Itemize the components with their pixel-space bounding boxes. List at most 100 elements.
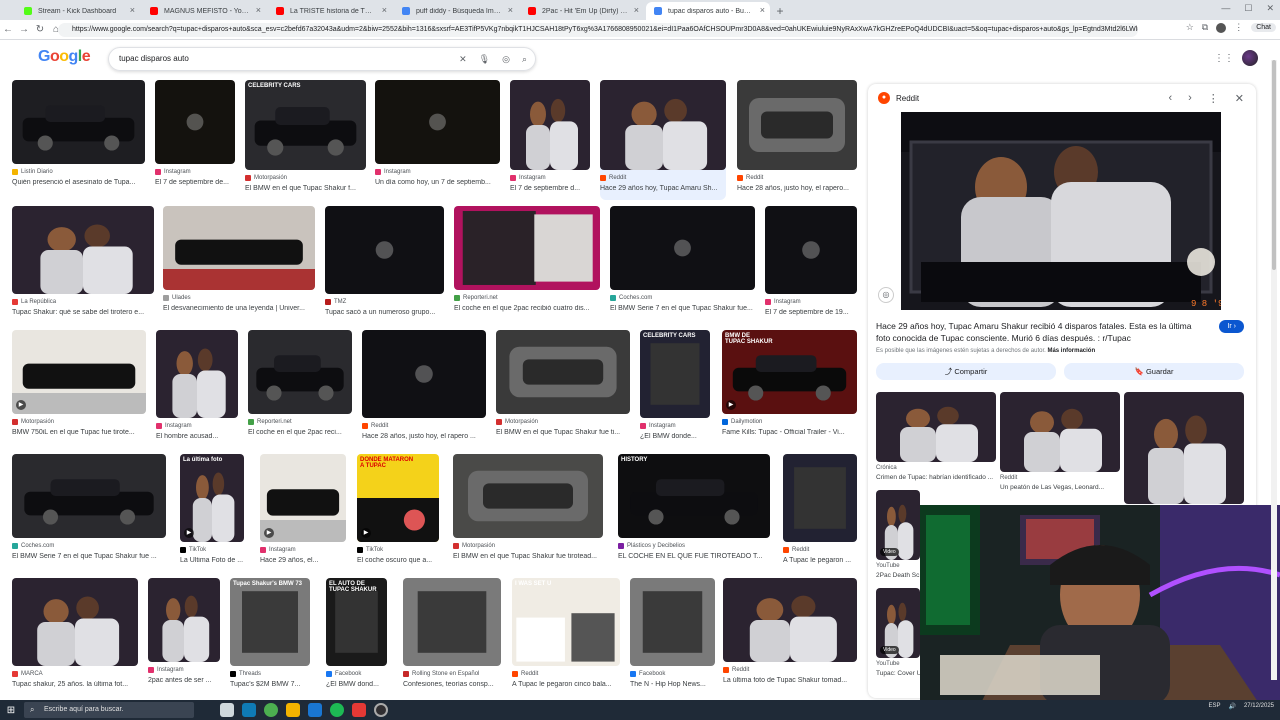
image-result[interactable]: I WAS SET U Reddit A Tupac le pegaron cinc… <box>512 578 620 696</box>
result-title[interactable]: El BMW en el que Tupac Shakur fue ti... <box>496 429 630 436</box>
result-source[interactable]: Instagram <box>260 547 296 553</box>
result-image[interactable] <box>610 206 755 290</box>
related-image[interactable]: Video <box>876 588 920 658</box>
image-result[interactable]: Tupac Shakur's BMW 73 Threads Tupac's $2M … <box>230 578 310 696</box>
result-source[interactable]: Instagram <box>155 169 191 175</box>
result-source[interactable]: Facebook <box>326 671 361 677</box>
result-source[interactable]: Reporteri.net <box>248 419 292 425</box>
new-tab-button[interactable]: + <box>772 2 788 20</box>
result-source[interactable]: Plásticos y Decibelios <box>618 543 685 549</box>
clock[interactable]: 27/12/2025 <box>1244 702 1274 710</box>
edge-icon[interactable] <box>242 703 256 717</box>
google-logo[interactable]: Google <box>38 48 91 66</box>
result-image[interactable]: I WAS SET U <box>512 578 620 666</box>
result-image[interactable] <box>155 80 235 164</box>
browser-tab[interactable]: puff diddy - Búsqueda Imágenes × <box>394 2 518 20</box>
result-image[interactable] <box>737 80 857 170</box>
previous-icon[interactable]: ‹ <box>1168 92 1172 105</box>
result-source[interactable]: Instagram <box>148 667 184 673</box>
result-source[interactable]: Threads <box>230 671 261 677</box>
result-image[interactable]: CELEBRITY CARS <box>640 330 710 418</box>
result-image[interactable] <box>12 578 138 666</box>
lens-icon[interactable]: ◎ <box>502 48 510 70</box>
image-result[interactable]: Reddit Hace 28 años, justo hoy, el rapero… <box>737 80 857 200</box>
result-source[interactable]: Instagram <box>640 423 676 429</box>
result-image[interactable]: DONDE MATARON A TUPAC ▶ <box>357 454 439 542</box>
image-result[interactable]: Rolling Stone en Español Confesiones, teo… <box>403 578 501 696</box>
result-source[interactable]: Reddit <box>362 423 388 429</box>
result-title[interactable]: El desvanecimiento de una leyenda | Univ… <box>163 305 315 312</box>
account-avatar[interactable] <box>1242 50 1258 66</box>
result-source[interactable]: Reddit <box>512 671 538 677</box>
result-image[interactable] <box>163 206 315 290</box>
result-image[interactable] <box>510 80 590 170</box>
result-title[interactable]: Tupac sacó a un numeroso grupo... <box>325 309 444 316</box>
result-image[interactable] <box>723 578 857 662</box>
result-title[interactable]: El coche en el que 2pac recibió cuatro d… <box>454 305 600 312</box>
result-image[interactable] <box>375 80 500 164</box>
result-title[interactable]: ¿El BMW dond... <box>326 681 387 688</box>
result-source[interactable]: TikTok <box>180 547 206 553</box>
microphone-icon[interactable]: 🎙 <box>479 48 490 70</box>
image-result[interactable]: Reddit Hace 29 años hoy, Tupac Amaru Sh..… <box>600 80 726 200</box>
result-source[interactable]: TMZ <box>325 299 346 305</box>
close-tab-icon[interactable]: × <box>256 5 261 15</box>
chrome-icon[interactable] <box>264 703 278 717</box>
tray-lang[interactable]: ESP <box>1208 703 1220 709</box>
result-title[interactable]: EL COCHE EN EL QUE FUE TIROTEADO T... <box>618 553 770 560</box>
image-result[interactable]: Reporteri.net El coche en el que 2pac rec… <box>454 206 600 320</box>
image-result[interactable]: BMW DE TUPAC SHAKUR ▶ Dailymotion Fame Kill… <box>722 330 857 444</box>
image-result[interactable]: EL AUTO DE TUPAC SHAKUR Facebook ¿El BMW d… <box>326 578 387 696</box>
result-source[interactable]: Listín Diario <box>12 169 53 175</box>
result-source[interactable]: MARCA <box>12 671 43 677</box>
result-image[interactable] <box>453 454 603 538</box>
visit-button[interactable]: Ir › <box>1219 320 1244 333</box>
maximize-button[interactable]: ☐ <box>1244 3 1252 14</box>
result-source[interactable]: Instagram <box>510 175 546 181</box>
result-title[interactable]: Fame Kills: Tupac - Official Trailer - V… <box>722 429 857 436</box>
result-source[interactable]: Reddit <box>723 667 749 673</box>
related-image[interactable] <box>1124 392 1244 504</box>
result-title[interactable]: Hace 28 años, justo hoy, el rapero ... <box>362 433 486 440</box>
image-result[interactable]: DONDE MATARON A TUPAC ▶ TikTok El coche osc… <box>357 454 439 572</box>
image-result[interactable]: Instagram El 7 de septiembre de... <box>155 80 235 194</box>
result-image[interactable] <box>148 578 220 662</box>
image-result[interactable]: MARCA Tupac shakur, 25 años. la última fo… <box>12 578 138 696</box>
result-image[interactable] <box>600 80 726 170</box>
image-result[interactable]: Reddit Hace 28 años, justo hoy, el rapero… <box>362 330 486 448</box>
close-icon[interactable]: ✕ <box>1235 92 1244 105</box>
result-source[interactable]: Rolling Stone en Español <box>403 671 479 677</box>
result-source[interactable]: Instagram <box>375 169 411 175</box>
result-source[interactable]: Reporteri.net <box>454 295 498 301</box>
result-title[interactable]: Hace 28 años, justo hoy, el rapero... <box>737 185 857 192</box>
result-image[interactable] <box>156 330 238 418</box>
result-title[interactable]: Confesiones, teorías consp... <box>403 681 501 688</box>
related-source[interactable]: Reddit <box>1000 475 1017 481</box>
related-title[interactable]: Un peatón de Las Vegas, Leonard... <box>1000 484 1124 491</box>
result-title[interactable]: Tupac shakur, 25 años. la última fot... <box>12 681 138 688</box>
result-image[interactable] <box>454 206 600 290</box>
result-source[interactable]: Coches.com <box>610 295 652 301</box>
file-explorer-icon[interactable] <box>286 703 300 717</box>
preview-image[interactable]: 9 8 '96 <box>901 112 1221 310</box>
related-title[interactable]: 2Pac Death Sc... <box>876 572 924 579</box>
result-source[interactable]: Facebook <box>630 671 665 677</box>
kick-app-icon[interactable] <box>352 703 366 717</box>
result-title[interactable]: A Tupac le pegaron cinco bala... <box>512 681 620 688</box>
save-button[interactable]: 🔖 Guardar <box>1064 363 1244 380</box>
image-result[interactable]: CELEBRITY CARS Instagram ¿El BMW donde... <box>640 330 710 448</box>
image-result[interactable]: Instagram El 7 de septiembre de 19... <box>765 206 857 324</box>
result-title[interactable]: Tupac Shakur: qué se sabe del tirotero e… <box>12 309 154 316</box>
related-source[interactable]: YouTube <box>876 563 900 569</box>
result-title[interactable]: The N - Hip Hop News... <box>630 681 715 688</box>
result-image[interactable]: La última foto ▶ <box>180 454 244 542</box>
result-source[interactable]: Ulades <box>163 295 191 301</box>
result-image[interactable]: BMW DE TUPAC SHAKUR ▶ <box>722 330 857 414</box>
image-result[interactable]: Instagram El hombre acusad... <box>156 330 238 448</box>
result-title[interactable]: El BMW Serie 7 en el que Tupac Shakur fu… <box>12 553 166 560</box>
result-title[interactable]: El BMW Serie 7 en el que Tupac Shakur fu… <box>610 305 755 312</box>
clear-icon[interactable]: ✕ <box>459 48 467 70</box>
result-image[interactable] <box>248 330 352 414</box>
image-result[interactable]: Motorpasión El BMW en el que Tupac Shakur… <box>496 330 630 444</box>
taskbar-search[interactable]: ⌕ Escribe aquí para buscar. <box>24 702 194 718</box>
